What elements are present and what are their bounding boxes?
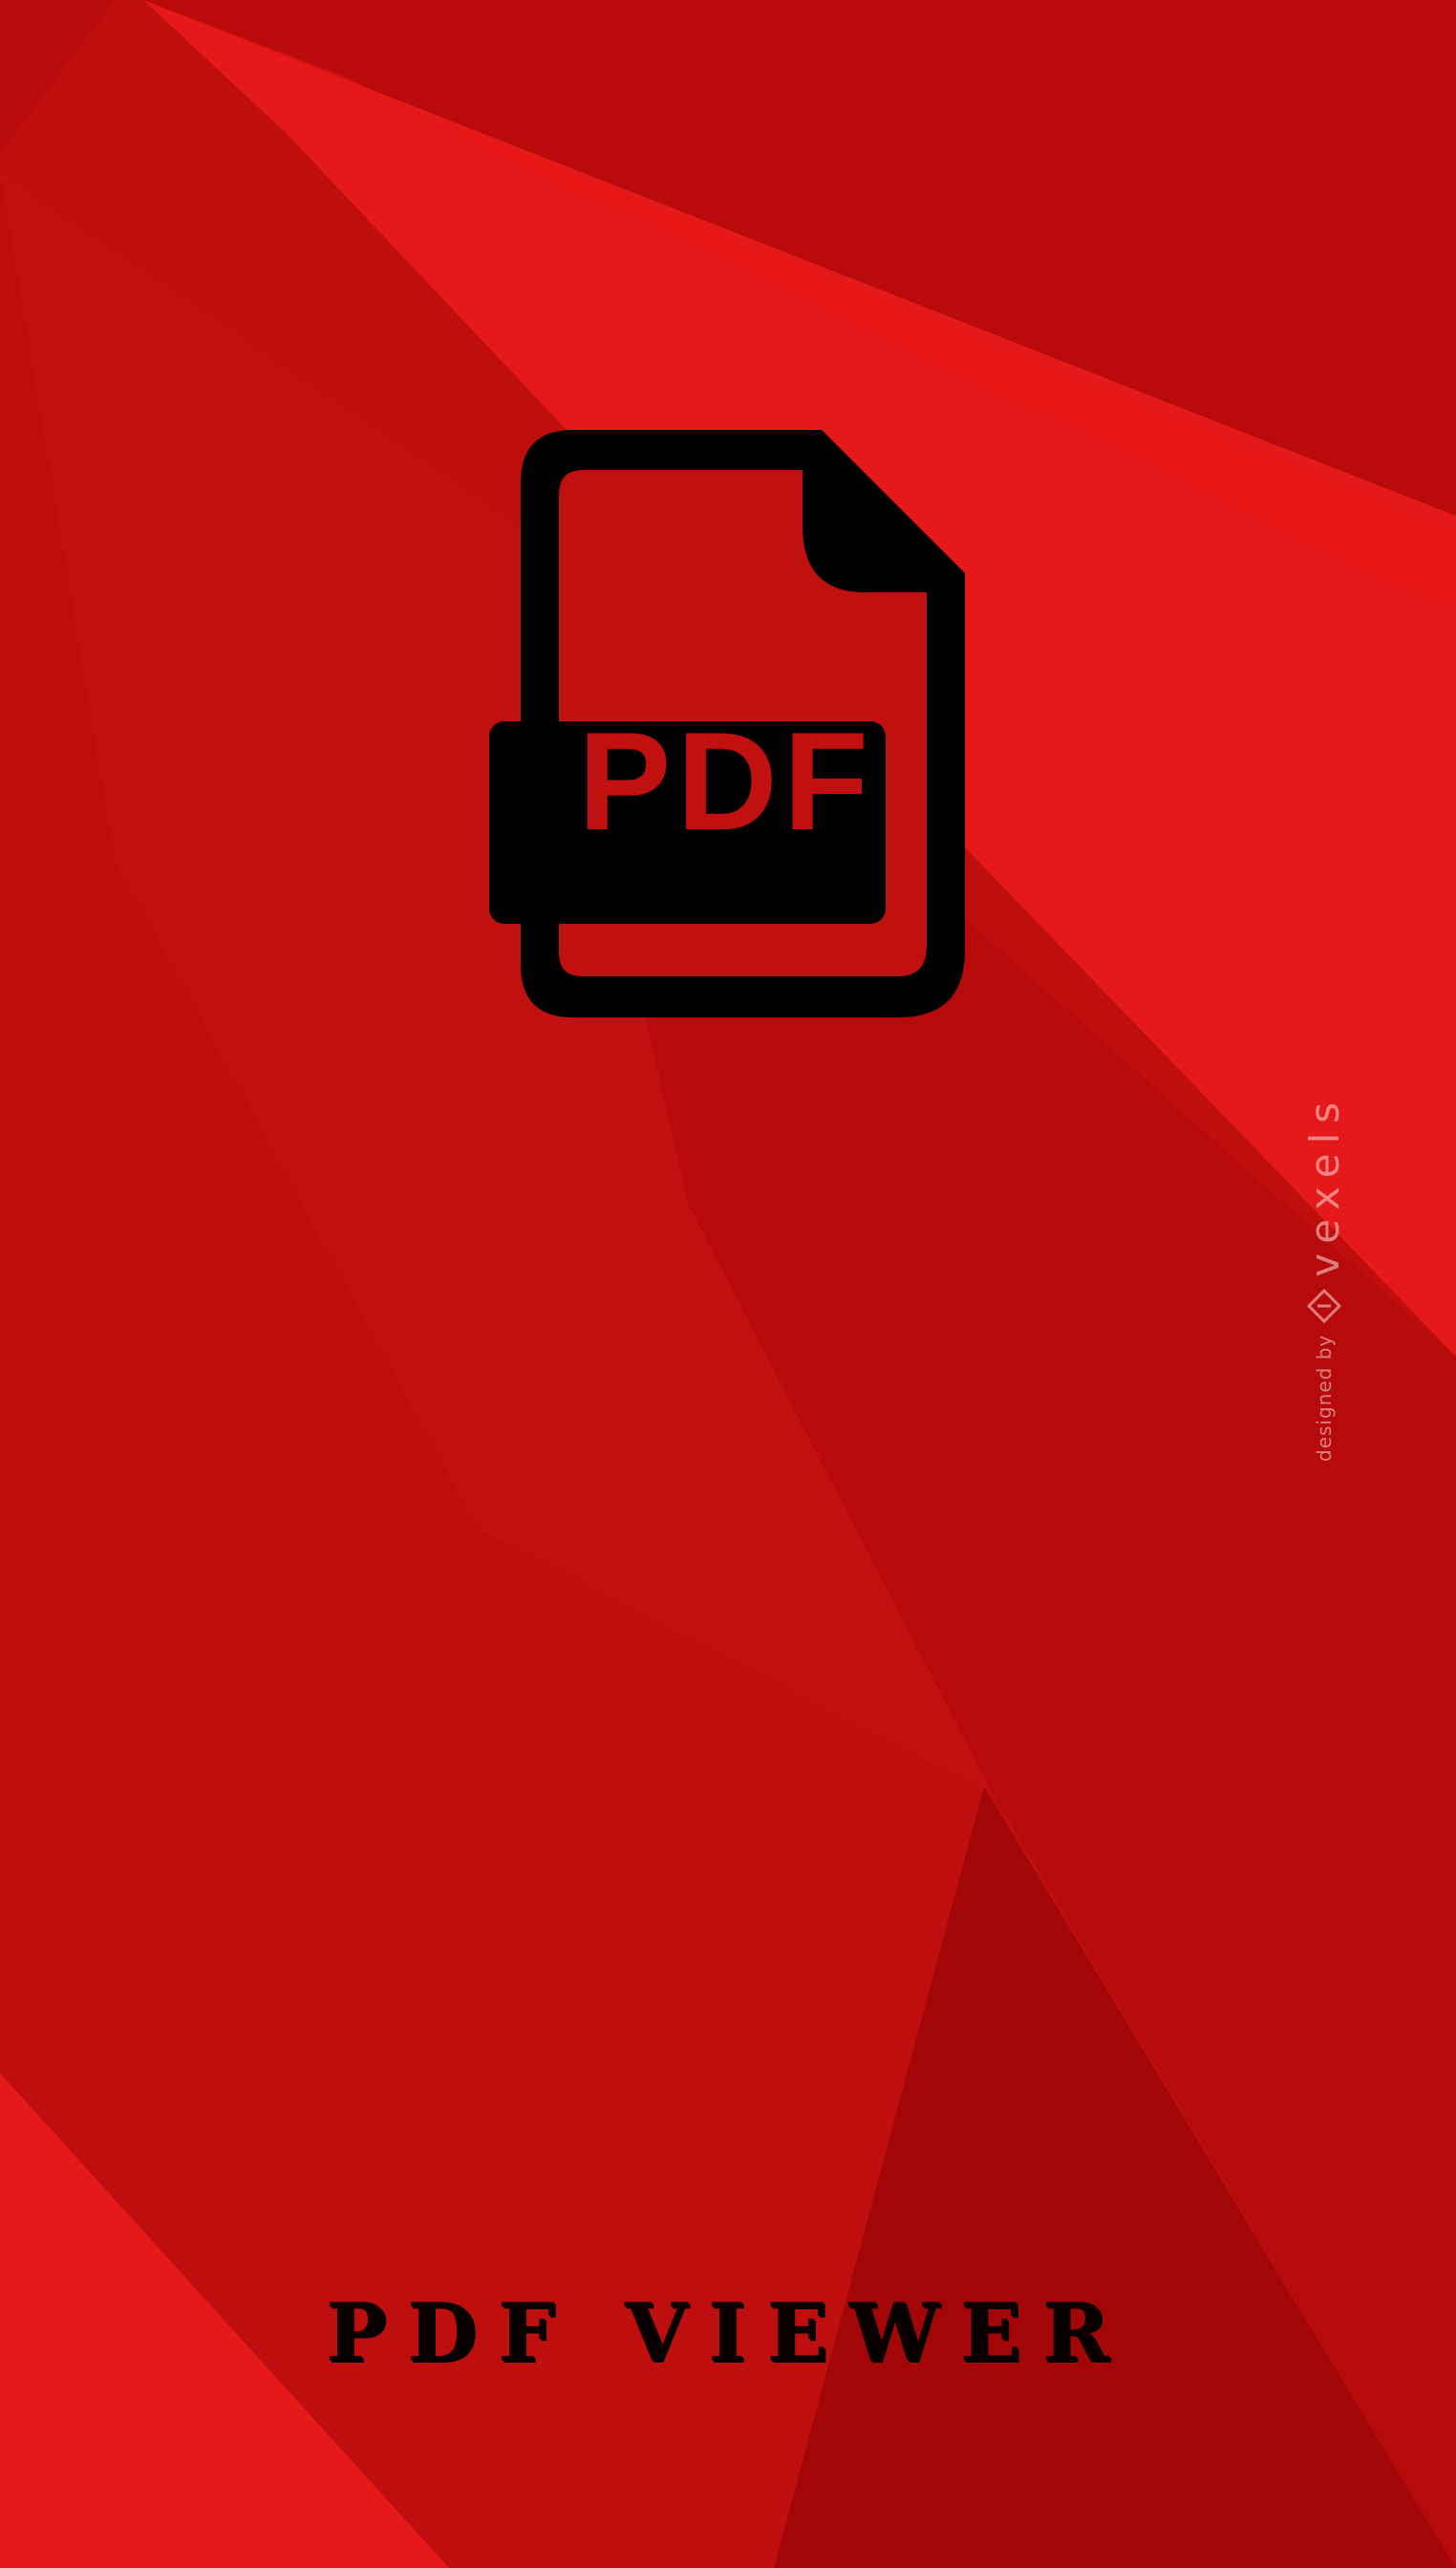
- app-title: PDF VIEWER: [326, 2285, 1130, 2380]
- pdf-icon-label: PDF: [578, 703, 874, 859]
- watermark-prefix: designed by: [1313, 1334, 1336, 1462]
- background-polygons: [0, 0, 1456, 2568]
- vexels-logo-icon: [1307, 1288, 1341, 1323]
- vexels-watermark: designed by vexels: [1295, 888, 1353, 1462]
- pdf-file-icon: PDF: [487, 430, 965, 1017]
- splash-screen: PDF designed by vexels PDF VIEWER: [0, 0, 1456, 2568]
- watermark-brand: vexels: [1300, 1092, 1348, 1277]
